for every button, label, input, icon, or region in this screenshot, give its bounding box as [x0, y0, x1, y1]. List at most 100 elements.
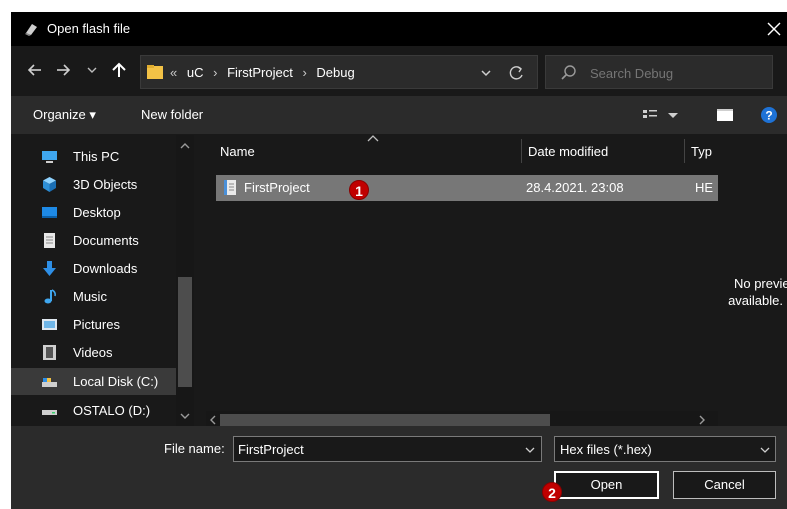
- column-label: Typ: [691, 144, 712, 159]
- close-icon[interactable]: [763, 18, 785, 40]
- preview-pane: No preview available.: [719, 135, 787, 426]
- help-icon[interactable]: ?: [759, 105, 779, 125]
- cube-icon: [43, 177, 56, 192]
- breadcrumb-firstproject[interactable]: FirstProject: [227, 65, 293, 80]
- chevron-down-icon[interactable]: [524, 444, 536, 456]
- sidebar-item-music[interactable]: Music: [11, 283, 176, 310]
- breadcrumb: « uC › FirstProject › Debug: [170, 65, 355, 80]
- document-icon: [44, 233, 55, 248]
- breadcrumb-separator-icon[interactable]: ›: [302, 65, 306, 80]
- file-list: Name Date modified Typ FirstProject 28.4…: [206, 135, 718, 426]
- scrollbar-thumb[interactable]: [178, 277, 192, 387]
- folder-icon: [147, 65, 163, 79]
- file-name-label: File name:: [164, 441, 225, 456]
- column-label: Date modified: [528, 144, 609, 159]
- sidebar-scrollbar[interactable]: [176, 135, 194, 426]
- sidebar-item-label: Videos: [73, 345, 113, 360]
- preview-pane-icon[interactable]: [715, 105, 735, 125]
- preview-message-line: available.: [728, 293, 783, 308]
- address-dropdown-icon[interactable]: [477, 64, 495, 82]
- new-folder-button[interactable]: New folder: [141, 107, 203, 122]
- file-row-firstproject[interactable]: FirstProject 28.4.2021. 23:08 HE: [216, 175, 718, 201]
- svg-text:?: ?: [765, 109, 772, 123]
- file-name-combobox[interactable]: FirstProject: [233, 436, 542, 462]
- title-bar: Open flash file: [11, 12, 787, 46]
- sidebar-item-local-disk[interactable]: Local Disk (C:): [11, 368, 176, 395]
- up-arrow-icon[interactable]: [109, 60, 129, 80]
- music-icon: [44, 289, 56, 304]
- drive-icon: [42, 410, 57, 415]
- scrollbar-thumb[interactable]: [220, 414, 550, 426]
- open-button[interactable]: Open: [554, 471, 659, 499]
- sidebar-item-documents[interactable]: Documents: [11, 227, 176, 254]
- sidebar-item-label: Pictures: [73, 317, 120, 332]
- sidebar-item-label: Downloads: [73, 261, 138, 276]
- sidebar-item-label: Desktop: [73, 205, 121, 220]
- computer-icon: [42, 151, 57, 163]
- column-header-date-modified[interactable]: Date modified: [522, 135, 682, 165]
- open-file-dialog: Open flash file « uC › FirstProject › De…: [11, 12, 787, 509]
- chevron-down-icon[interactable]: [759, 444, 771, 456]
- search-input[interactable]: [590, 63, 760, 83]
- address-bar[interactable]: « uC › FirstProject › Debug: [140, 55, 538, 89]
- scroll-down-icon[interactable]: [180, 411, 190, 421]
- file-type: HE: [695, 180, 714, 195]
- sidebar-item-3d-objects[interactable]: 3D Objects: [11, 171, 176, 198]
- sidebar-item-downloads[interactable]: Downloads: [11, 255, 176, 282]
- command-bar: Organize ▾ New folder ?: [11, 96, 787, 134]
- scroll-left-icon[interactable]: [208, 415, 218, 425]
- view-options-icon[interactable]: [641, 105, 661, 125]
- sidebar-item-videos[interactable]: Videos: [11, 339, 176, 366]
- column-header-name[interactable]: Name: [206, 135, 516, 165]
- recent-locations-chevron-icon[interactable]: [85, 60, 99, 80]
- sidebar-item-label: Music: [73, 289, 107, 304]
- view-dropdown-icon[interactable]: [663, 105, 683, 125]
- videos-icon: [43, 345, 56, 360]
- step-badge-1: 1: [349, 180, 369, 200]
- breadcrumb-overflow[interactable]: «: [170, 65, 177, 80]
- sidebar-item-pictures[interactable]: Pictures: [11, 311, 176, 338]
- sidebar-item-label: This PC: [73, 149, 120, 164]
- file-name: FirstProject: [244, 180, 310, 195]
- sidebar-item-this-pc[interactable]: This PC: [11, 143, 176, 170]
- search-icon: [561, 65, 576, 80]
- pictures-icon: [42, 319, 57, 330]
- step-badge-2: 2: [542, 482, 562, 502]
- drive-icon: [42, 378, 57, 387]
- preview-message: No preview available.: [719, 275, 787, 309]
- app-icon: [25, 24, 37, 36]
- organize-button[interactable]: Organize ▾: [33, 107, 96, 123]
- file-list-horizontal-scrollbar[interactable]: [206, 411, 718, 426]
- breadcrumb-uc[interactable]: uC: [187, 65, 204, 80]
- sidebar-item-label: Documents: [73, 233, 139, 248]
- sort-ascending-icon: [367, 135, 379, 142]
- breadcrumb-debug[interactable]: Debug: [316, 65, 354, 80]
- download-icon: [43, 261, 56, 276]
- hex-file-icon: [224, 180, 236, 195]
- cancel-button[interactable]: Cancel: [673, 471, 776, 499]
- column-label: Name: [220, 144, 255, 159]
- navigation-pane: This PC 3D Objects Desktop Documents Dow…: [11, 135, 201, 426]
- file-type-filter-value: Hex files (*.hex): [560, 442, 652, 457]
- file-name-input[interactable]: FirstProject: [238, 442, 304, 457]
- navigation-bar: « uC › FirstProject › Debug: [11, 52, 787, 92]
- breadcrumb-separator-icon[interactable]: ›: [213, 65, 217, 80]
- sidebar-item-label: OSTALO (D:): [73, 403, 151, 418]
- preview-message-line: No preview: [733, 276, 787, 291]
- search-box[interactable]: [545, 55, 773, 89]
- sidebar-item-label: 3D Objects: [73, 177, 138, 192]
- scroll-right-icon[interactable]: [697, 415, 707, 425]
- sidebar-item-ostalo[interactable]: OSTALO (D:): [11, 397, 176, 424]
- dialog-footer: File name: FirstProject Hex files (*.hex…: [11, 426, 787, 509]
- refresh-icon[interactable]: [507, 63, 527, 83]
- file-date-modified: 28.4.2021. 23:08: [526, 180, 624, 195]
- scroll-up-icon[interactable]: [180, 141, 190, 151]
- desktop-icon: [42, 207, 57, 218]
- sidebar-item-label: Local Disk (C:): [73, 374, 159, 389]
- sidebar-item-desktop[interactable]: Desktop: [11, 199, 176, 226]
- forward-arrow-icon[interactable]: [53, 60, 73, 80]
- back-arrow-icon[interactable]: [25, 60, 45, 80]
- column-header-type[interactable]: Typ: [685, 135, 718, 165]
- window-title: Open flash file: [47, 21, 131, 36]
- file-type-filter-select[interactable]: Hex files (*.hex): [554, 436, 776, 462]
